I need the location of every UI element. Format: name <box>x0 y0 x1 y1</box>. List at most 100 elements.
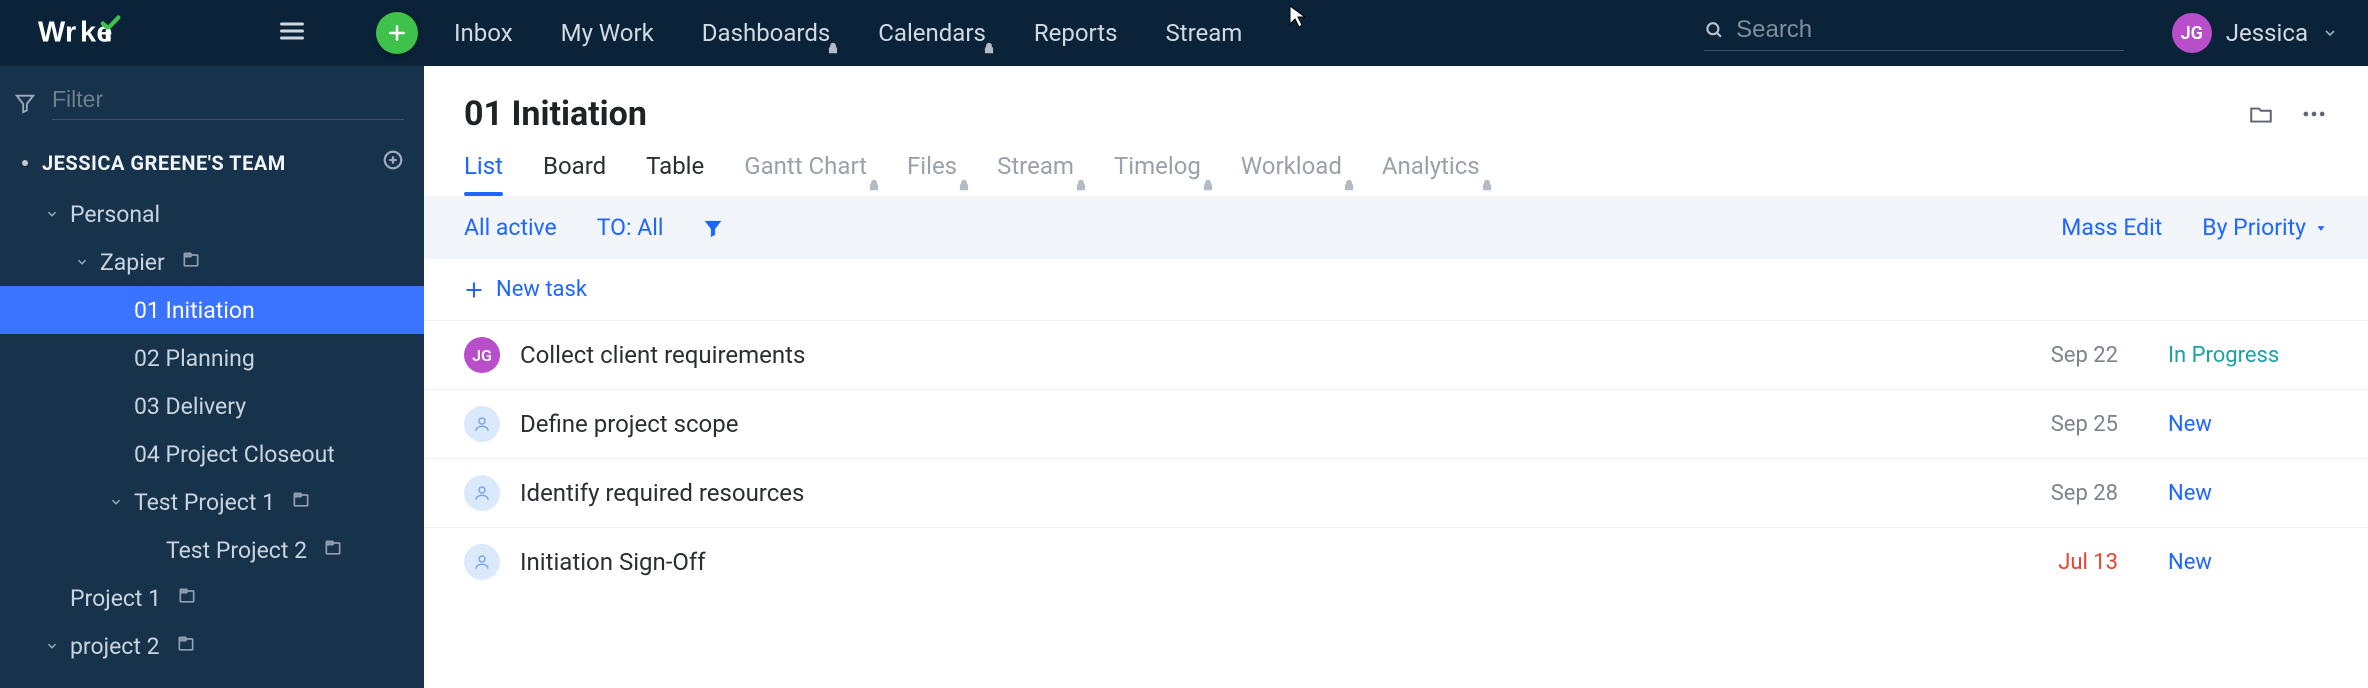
filter-tasks-icon[interactable] <box>703 218 723 238</box>
sidebar-item-test-project-2[interactable]: Test Project 2 <box>0 526 424 574</box>
sidebar-item-label: Test Project 2 <box>166 537 307 564</box>
main-panel: 01 Initiation ListBoardTableGantt ChartF… <box>424 66 2368 688</box>
filter-bar: All active TO: All Mass Edit By Priority <box>424 196 2368 259</box>
sidebar-item-04-project-closeout[interactable]: 04 Project Closeout <box>0 430 424 478</box>
team-label: JESSICA GREENE'S TEAM <box>42 151 286 175</box>
nav-link-label: Stream <box>1166 19 1243 47</box>
cursor-icon <box>1288 4 1308 34</box>
sidebar-item-label: Project 1 <box>70 585 161 612</box>
nav-link-dashboards[interactable]: Dashboards <box>702 19 830 47</box>
sidebar-item-project-1[interactable]: Project 1 <box>0 574 424 622</box>
chevron-down-icon <box>108 495 124 509</box>
sort-dropdown[interactable]: By Priority <box>2202 214 2328 241</box>
sidebar-item-label: 01 Initiation <box>134 297 255 324</box>
new-task-label: New task <box>496 277 587 302</box>
search-input[interactable] <box>1736 16 2124 44</box>
tab-table[interactable]: Table <box>646 152 704 196</box>
nav-link-inbox[interactable]: Inbox <box>454 19 513 47</box>
lock-icon <box>1074 170 1088 198</box>
task-due-date: Jul 13 <box>2018 550 2118 575</box>
folder-icon <box>181 249 201 276</box>
task-list: JGCollect client requirementsSep 22In Pr… <box>424 320 2368 596</box>
more-icon[interactable] <box>2300 100 2328 128</box>
menu-toggle-icon[interactable] <box>278 17 306 49</box>
sidebar-item-01-initiation[interactable]: 01 Initiation <box>0 286 424 334</box>
assignee-avatar <box>464 544 500 580</box>
sidebar-item-label: Zapier <box>100 249 165 276</box>
sort-label: By Priority <box>2202 214 2306 241</box>
task-name: Collect client requirements <box>520 341 1998 369</box>
filter-icon <box>14 92 36 114</box>
tab-board[interactable]: Board <box>543 152 606 196</box>
sidebar-item-label: Personal <box>70 201 160 228</box>
tab-list[interactable]: List <box>464 152 503 196</box>
tab-label: Analytics <box>1382 152 1480 180</box>
task-row[interactable]: Define project scopeSep 25New <box>424 389 2368 458</box>
chevron-down-icon <box>74 255 90 269</box>
sidebar-item-label: 02 Planning <box>134 345 255 372</box>
task-status: New <box>2168 550 2328 575</box>
nav-link-reports[interactable]: Reports <box>1034 19 1118 47</box>
sidebar-item-label: project 2 <box>70 633 160 660</box>
brand-logo[interactable]: Wr ke <box>38 13 158 53</box>
sidebar-item-personal[interactable]: Personal <box>0 190 424 238</box>
create-button[interactable] <box>376 12 418 54</box>
task-row[interactable]: Identify required resourcesSep 28New <box>424 458 2368 527</box>
bullet-icon <box>20 158 30 168</box>
task-due-date: Sep 28 <box>2018 481 2118 506</box>
sidebar-filter[interactable] <box>0 76 424 135</box>
nav-link-calendars[interactable]: Calendars <box>878 19 986 47</box>
task-status: New <box>2168 481 2328 506</box>
page-title: 01 Initiation <box>464 94 647 134</box>
view-tabs: ListBoardTableGantt ChartFilesStreamTime… <box>424 152 2368 196</box>
filter-all-active[interactable]: All active <box>464 214 557 241</box>
mass-edit-link[interactable]: Mass Edit <box>2061 214 2162 241</box>
lock-icon <box>1342 170 1356 198</box>
avatar: JG <box>2172 13 2212 53</box>
nav-links: Inbox My Work Dashboards Calendars Reports St… <box>454 19 1242 47</box>
task-row[interactable]: Initiation Sign-Off Jul 13 New <box>424 527 2368 596</box>
tab-timelog: Timelog <box>1114 152 1201 196</box>
sidebar-filter-input[interactable] <box>52 86 404 120</box>
new-task-button[interactable]: New task <box>424 259 2368 320</box>
sidebar-item-project-2[interactable]: project 2 <box>0 622 424 670</box>
caret-down-icon <box>2314 221 2328 235</box>
search-field[interactable] <box>1704 16 2124 51</box>
nav-link-my-work[interactable]: My Work <box>561 19 654 47</box>
tab-analytics: Analytics <box>1382 152 1480 196</box>
task-due-date: Sep 22 <box>2018 343 2118 368</box>
filter-to-all[interactable]: TO: All <box>597 214 664 241</box>
sidebar-item-test-project-1[interactable]: Test Project 1 <box>0 478 424 526</box>
lock-icon <box>1201 170 1215 198</box>
nav-link-label: My Work <box>561 19 654 47</box>
sidebar: JESSICA GREENE'S TEAM Personal Zapier 01 I… <box>0 66 424 688</box>
chevron-down-icon <box>44 207 60 221</box>
tab-label: Board <box>543 152 606 180</box>
task-status: In Progress <box>2168 343 2328 368</box>
tab-label: Workload <box>1241 152 1342 180</box>
add-space-icon[interactable] <box>382 149 404 176</box>
tab-label: Gantt Chart <box>744 152 867 180</box>
task-name: Initiation Sign-Off <box>520 548 1998 576</box>
tab-workload: Workload <box>1241 152 1342 196</box>
sidebar-item-label: Test Project 1 <box>134 489 275 516</box>
folder-open-icon[interactable] <box>2248 101 2274 127</box>
task-row[interactable]: JGCollect client requirementsSep 22In Pr… <box>424 320 2368 389</box>
tab-label: Timelog <box>1114 152 1201 180</box>
folder-tree: Personal Zapier 01 Initiation 02 Planning 03… <box>0 190 424 670</box>
sidebar-item-02-planning[interactable]: 02 Planning <box>0 334 424 382</box>
user-menu[interactable]: JG Jessica <box>2172 13 2338 53</box>
tab-stream: Stream <box>997 152 1074 196</box>
nav-link-label: Calendars <box>878 19 986 47</box>
assignee-avatar <box>464 475 500 511</box>
task-status: New <box>2168 412 2328 437</box>
team-header[interactable]: JESSICA GREENE'S TEAM <box>0 135 424 190</box>
nav-link-stream[interactable]: Stream <box>1166 19 1243 47</box>
search-icon <box>1704 19 1724 41</box>
sidebar-item-zapier[interactable]: Zapier <box>0 238 424 286</box>
user-name: Jessica <box>2226 19 2308 47</box>
tab-label: List <box>464 152 503 180</box>
folder-icon <box>291 489 311 516</box>
lock-icon <box>826 33 840 61</box>
sidebar-item-03-delivery[interactable]: 03 Delivery <box>0 382 424 430</box>
